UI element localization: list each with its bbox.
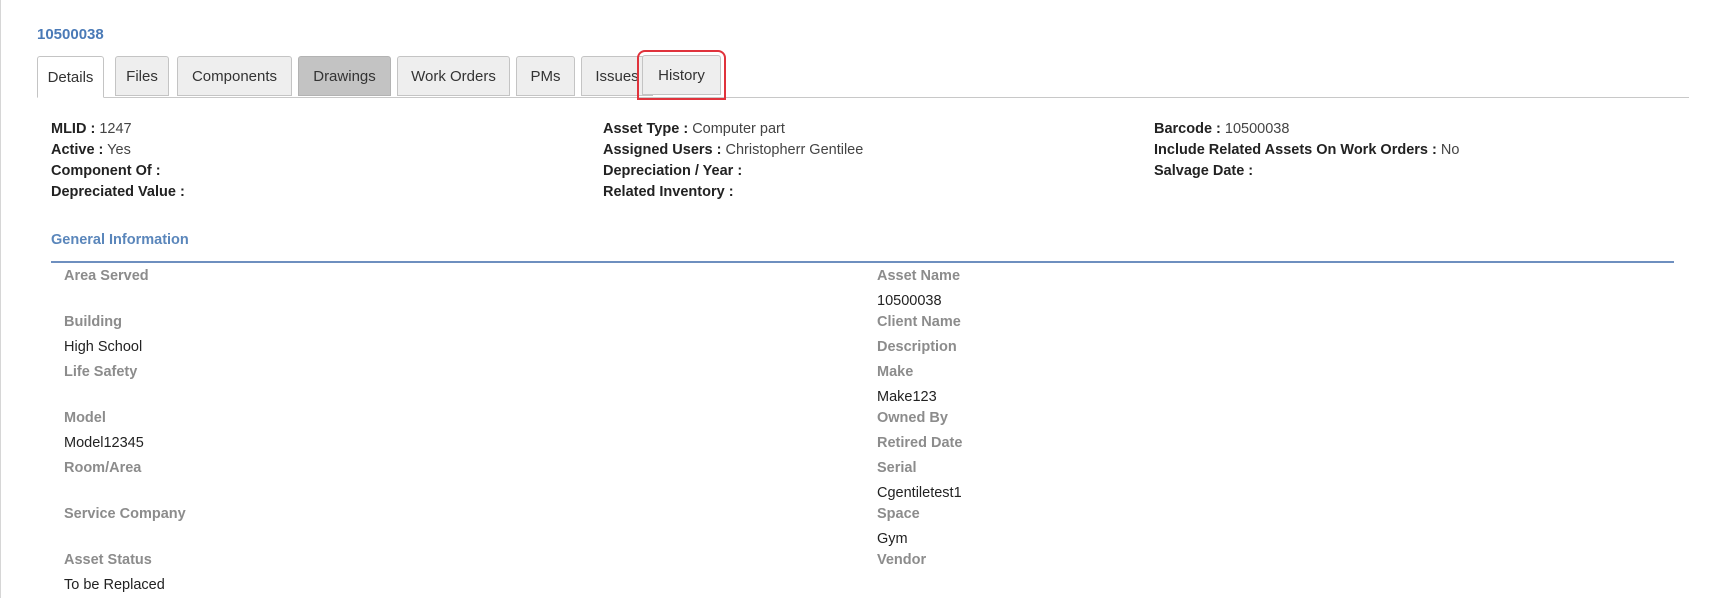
summary-asset-type: Asset Type : Computer part <box>603 121 785 137</box>
field-client-name: Client Name <box>877 314 961 330</box>
field-owned-by: Owned By <box>877 410 948 426</box>
field-description: Description <box>877 339 957 355</box>
field-building: Building High School <box>64 314 143 355</box>
field-room-area: Room/Area <box>64 460 142 476</box>
summary-related-inventory: Related Inventory : <box>603 184 734 200</box>
tab-history[interactable]: History <box>637 50 726 100</box>
asset-id-link[interactable]: 10500038 <box>37 26 104 43</box>
summary-mlid: MLID : 1247 <box>51 121 132 137</box>
field-service-company: Service Company <box>64 506 186 522</box>
summary-include-related-assets: Include Related Assets On Work Orders : … <box>1154 142 1460 158</box>
summary-column-3: Barcode : 10500038 Include Related Asset… <box>1154 119 1459 182</box>
field-model: Model Model12345 <box>64 410 144 451</box>
field-vendor: Vendor <box>877 552 927 568</box>
summary-salvage-date: Salvage Date : <box>1154 163 1254 179</box>
summary-depreciated-value: Depreciated Value : <box>51 184 185 200</box>
tab-work-orders[interactable]: Work Orders <box>397 56 510 96</box>
field-area-served: Area Served <box>64 268 149 284</box>
tab-files[interactable]: Files <box>115 56 169 96</box>
summary-column-2: Asset Type : Computer part Assigned User… <box>603 119 863 203</box>
field-retired-date: Retired Date <box>877 435 963 451</box>
field-life-safety: Life Safety <box>64 364 138 380</box>
tab-components[interactable]: Components <box>177 56 292 96</box>
summary-active: Active : Yes <box>51 142 131 158</box>
summary-column-1: MLID : 1247 Active : Yes Component Of : … <box>51 119 185 203</box>
tab-bar-baseline <box>37 97 1689 98</box>
summary-depreciation-year: Depreciation / Year : <box>603 163 743 179</box>
summary-barcode: Barcode : 10500038 <box>1154 121 1290 137</box>
tab-drawings[interactable]: Drawings <box>298 56 391 96</box>
general-information-heading: General Information <box>51 232 189 248</box>
field-asset-name: Asset Name 10500038 <box>877 268 961 309</box>
page-left-border <box>0 0 1 598</box>
field-space: Space Gym <box>877 506 920 547</box>
tab-bar: Details Files Components Drawings Work O… <box>37 50 1689 100</box>
field-serial: Serial Cgentiletest1 <box>877 460 962 501</box>
field-make: Make Make123 <box>877 364 937 405</box>
summary-assigned-users: Assigned Users : Christopherr Gentilee <box>603 142 864 158</box>
field-asset-status: Asset Status To be Replaced <box>64 552 165 593</box>
general-information-divider <box>51 261 1674 263</box>
tab-pms[interactable]: PMs <box>516 56 575 96</box>
tab-details[interactable]: Details <box>37 56 104 98</box>
summary-component-of: Component Of : <box>51 163 161 179</box>
